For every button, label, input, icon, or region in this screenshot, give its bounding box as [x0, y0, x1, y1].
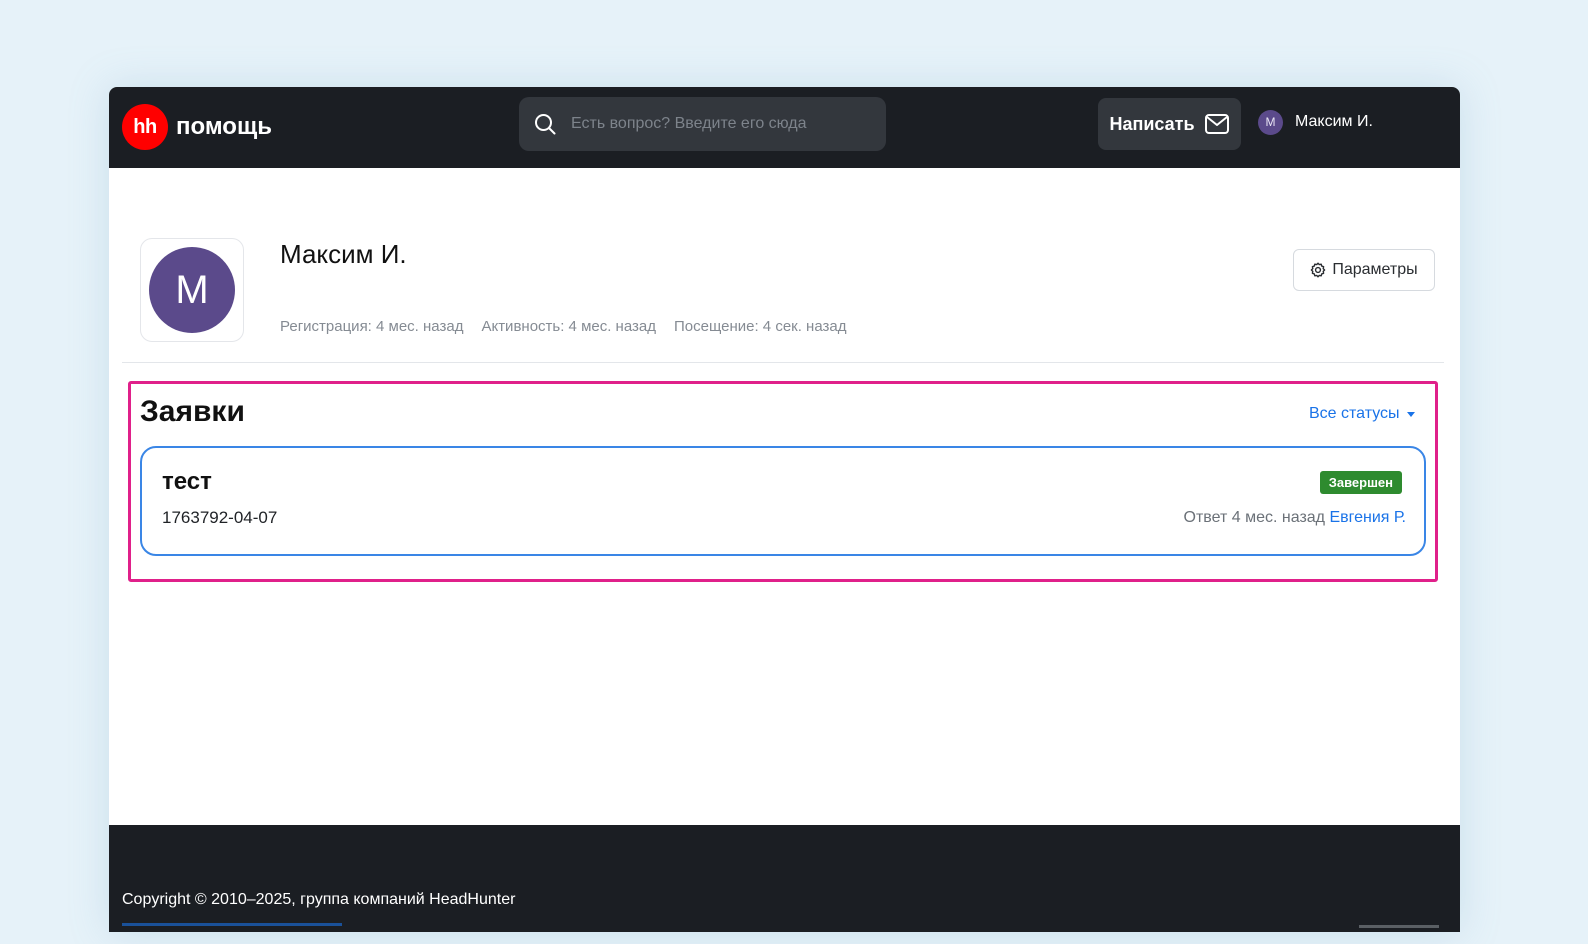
- gear-icon: [1310, 262, 1326, 278]
- registration-info: Регистрация: 4 мес. назад: [280, 318, 464, 335]
- search-bar[interactable]: [519, 97, 886, 151]
- logo-text: помощь: [176, 113, 272, 140]
- footer-right-cropped: [1359, 925, 1439, 928]
- ticket-card[interactable]: тест 1763792-04-07 Завершен Ответ 4 мес.…: [140, 446, 1426, 556]
- params-button-label: Параметры: [1332, 261, 1418, 278]
- profile-avatar-frame: M: [140, 238, 244, 342]
- status-badge: Завершен: [1319, 471, 1402, 494]
- params-button[interactable]: Параметры: [1293, 249, 1435, 291]
- ticket-title: тест: [162, 468, 212, 495]
- profile-name: Максим И.: [280, 239, 407, 269]
- profile-meta: Регистрация: 4 мес. назад Активность: 4 …: [280, 318, 846, 335]
- profile-avatar: M: [149, 247, 235, 333]
- tickets-title: Заявки: [140, 395, 245, 428]
- activity-info: Активность: 4 мес. назад: [481, 318, 656, 335]
- avatar: М: [1258, 109, 1283, 135]
- top-navbar: hh помощь Написать М Максим: [109, 87, 1460, 168]
- user-name: Максим И.: [1295, 113, 1373, 130]
- write-button[interactable]: Написать: [1098, 98, 1241, 150]
- search-icon: [533, 111, 559, 137]
- write-button-label: Написать: [1109, 113, 1195, 134]
- ticket-id: 1763792-04-07: [162, 508, 278, 527]
- copyright-text: Copyright © 2010–2025, группа компаний H…: [122, 891, 516, 908]
- user-menu[interactable]: М Максим И.: [1258, 109, 1373, 135]
- status-filter-dropdown[interactable]: Все статусы: [1309, 405, 1415, 423]
- agent-link[interactable]: Евгения Р.: [1329, 509, 1406, 526]
- footer: Copyright © 2010–2025, группа компаний H…: [109, 825, 1460, 932]
- status-filter-label: Все статусы: [1309, 405, 1400, 422]
- logo-mark: hh: [122, 104, 168, 150]
- divider: [122, 362, 1444, 363]
- chevron-down-icon: [1406, 411, 1415, 417]
- mail-icon: [1204, 113, 1230, 135]
- answer-time: Ответ 4 мес. назад: [1183, 509, 1326, 526]
- footer-link-cropped[interactable]: [122, 923, 342, 926]
- search-input[interactable]: [571, 115, 871, 133]
- logo[interactable]: hh помощь: [122, 104, 272, 150]
- ticket-answer-info: Ответ 4 мес. назад Евгения Р.: [1184, 509, 1406, 527]
- visit-info: Посещение: 4 сек. назад: [673, 318, 847, 335]
- app-window: hh помощь Написать М Максим: [109, 87, 1460, 932]
